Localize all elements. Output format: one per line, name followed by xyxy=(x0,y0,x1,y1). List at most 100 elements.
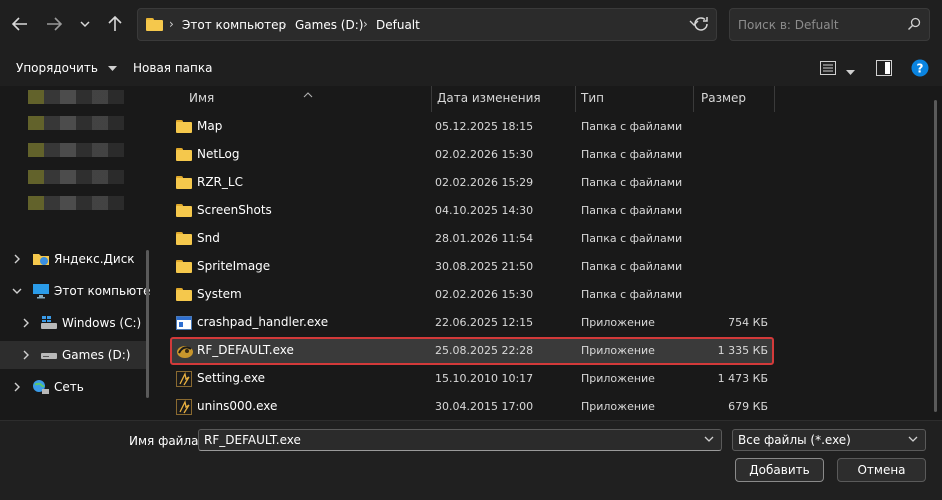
file-row[interactable]: Setting.exe 15.10.2010 10:17 Приложение … xyxy=(170,365,774,393)
new-folder-button[interactable]: Новая папка xyxy=(133,61,212,75)
column-divider[interactable] xyxy=(774,86,775,112)
network-icon xyxy=(32,379,50,395)
chevron-right-icon[interactable]: › xyxy=(363,17,368,31)
file-name: unins000.exe xyxy=(197,399,278,413)
file-date: 02.02.2026 15:30 xyxy=(435,288,534,301)
sidebar-item-label: Яндекс.Диск xyxy=(54,252,135,266)
computer-icon xyxy=(32,283,50,299)
back-arrow-icon[interactable] xyxy=(8,12,32,36)
blurred-item xyxy=(28,170,124,184)
up-arrow-icon[interactable] xyxy=(103,12,127,36)
file-row[interactable]: crashpad_handler.exe 22.06.2025 12:15 Пр… xyxy=(170,309,774,337)
address-bar[interactable]: › Этот компьютер › Games (D:) › Defualt xyxy=(137,8,717,41)
recent-locations-chevron-icon[interactable] xyxy=(73,12,97,36)
file-type: Приложение xyxy=(581,316,655,329)
folder-icon xyxy=(176,119,194,135)
file-row[interactable]: RZR_LC 02.02.2026 15:29 Папка с файлами xyxy=(170,169,774,197)
column-header-label: Дата изменения xyxy=(437,91,541,105)
cancel-button[interactable]: Отмена xyxy=(837,458,926,482)
refresh-icon[interactable] xyxy=(689,12,713,36)
column-header-date[interactable]: Дата изменения xyxy=(432,86,576,112)
setting-app-icon xyxy=(176,371,194,387)
chevron-right-icon[interactable] xyxy=(11,252,23,266)
file-row[interactable]: SpriteImage 30.08.2025 21:50 Папка с фай… xyxy=(170,253,774,281)
file-type: Папка с файлами xyxy=(581,232,683,245)
sidebar-item-windows-drive[interactable]: Windows (C:) xyxy=(0,309,146,337)
file-name: ScreenShots xyxy=(197,203,272,217)
file-type: Папка с файлами xyxy=(581,176,683,189)
file-type: Приложение xyxy=(581,400,655,413)
file-date: 30.04.2015 17:00 xyxy=(435,400,534,413)
add-button[interactable]: Добавить xyxy=(735,458,824,482)
chevron-right-icon[interactable] xyxy=(20,348,32,362)
help-icon[interactable]: ? xyxy=(911,58,929,78)
breadcrumb-this-pc[interactable]: Этот компьютер xyxy=(182,18,286,32)
column-header-type[interactable]: Тип xyxy=(576,86,694,112)
column-header-name[interactable]: Имя xyxy=(160,86,432,112)
filetype-select[interactable]: Все файлы (*.exe) xyxy=(732,429,926,451)
breadcrumb-defualt[interactable]: Defualt xyxy=(376,18,420,32)
sidebar-item-this-pc[interactable]: Этот компьюте xyxy=(0,277,151,305)
file-size: 679 КБ xyxy=(728,400,768,413)
navigation-bar: › Этот компьютер › Games (D:) › Defualt xyxy=(0,0,942,50)
filename-input[interactable]: RF_DEFAULT.exe xyxy=(198,429,722,451)
file-list-scrollbar[interactable] xyxy=(934,100,937,412)
file-name: RZR_LC xyxy=(197,175,243,189)
preview-pane-icon[interactable] xyxy=(876,58,892,78)
file-name: Snd xyxy=(197,231,220,245)
file-row[interactable]: System 02.02.2026 15:30 Папка с файлами xyxy=(170,281,774,309)
file-date: 25.08.2025 22:28 xyxy=(435,344,534,357)
filename-value: RF_DEFAULT.exe xyxy=(204,433,301,447)
file-type: Папка с файлами xyxy=(581,120,683,133)
folder-icon xyxy=(176,175,194,191)
chevron-down-icon xyxy=(107,61,117,75)
file-date: 04.10.2025 14:30 xyxy=(435,204,534,217)
file-date: 28.01.2026 11:54 xyxy=(435,232,534,245)
file-name: System xyxy=(197,287,242,301)
windows-drive-icon xyxy=(40,315,58,331)
blurred-item xyxy=(28,196,124,210)
file-row[interactable]: NetLog 02.02.2026 15:30 Папка с файлами xyxy=(170,141,774,169)
breadcrumb-games-drive[interactable]: Games (D:) xyxy=(295,18,363,32)
sort-ascending-icon xyxy=(303,91,313,101)
chevron-right-icon[interactable] xyxy=(20,316,32,330)
column-header-label: Тип xyxy=(581,91,604,105)
chevron-down-icon[interactable] xyxy=(703,432,715,449)
file-type: Папка с файлами xyxy=(581,260,683,273)
file-row[interactable]: Snd 28.01.2026 11:54 Папка с файлами xyxy=(170,225,774,253)
drive-icon xyxy=(40,347,58,363)
file-type: Папка с файлами xyxy=(581,148,683,161)
sidebar-item-network[interactable]: Сеть xyxy=(0,373,146,401)
file-date: 05.12.2025 18:15 xyxy=(435,120,534,133)
file-row[interactable]: Map 05.12.2025 18:15 Папка с файлами xyxy=(170,113,774,141)
search-icon[interactable] xyxy=(906,16,922,32)
file-size: 1 473 КБ xyxy=(717,372,768,385)
file-row[interactable]: ScreenShots 04.10.2025 14:30 Папка с фай… xyxy=(170,197,774,225)
list-view-icon xyxy=(820,61,836,78)
chevron-right-icon[interactable] xyxy=(11,380,23,394)
sidebar-item-label: Сеть xyxy=(54,380,84,394)
sidebar-item-games-drive[interactable]: Games (D:) xyxy=(0,341,146,369)
rf-app-icon xyxy=(176,343,194,359)
blurred-item xyxy=(28,116,124,130)
search-input[interactable] xyxy=(738,17,898,33)
uninstall-app-icon xyxy=(176,399,194,415)
organize-button[interactable]: Упорядочить xyxy=(16,61,117,75)
search-box[interactable] xyxy=(729,8,930,41)
sidebar-item-yandex-disk[interactable]: Яндекс.Диск xyxy=(0,245,146,273)
file-row-selected[interactable]: RF_DEFAULT.exe 25.08.2025 22:28 Приложен… xyxy=(170,337,774,365)
forward-arrow-icon[interactable] xyxy=(42,12,66,36)
sidebar-scrollbar[interactable] xyxy=(146,250,149,398)
column-header-label: Имя xyxy=(189,91,215,105)
chevron-down-icon[interactable] xyxy=(11,284,23,298)
file-date: 02.02.2026 15:30 xyxy=(435,148,534,161)
file-date: 15.10.2010 10:17 xyxy=(435,372,534,385)
chevron-down-icon[interactable] xyxy=(907,432,919,449)
filetype-value: Все файлы (*.exe) xyxy=(738,433,851,447)
file-row[interactable]: unins000.exe 30.04.2015 17:00 Приложение… xyxy=(170,393,774,421)
file-type: Приложение xyxy=(581,344,655,357)
chevron-down-icon xyxy=(846,65,855,79)
column-header-size[interactable]: Размер xyxy=(694,86,774,112)
chevron-right-icon[interactable]: › xyxy=(282,17,287,31)
navigation-pane: Яндекс.Диск Этот компьюте Windows (C:) G… xyxy=(0,86,151,420)
